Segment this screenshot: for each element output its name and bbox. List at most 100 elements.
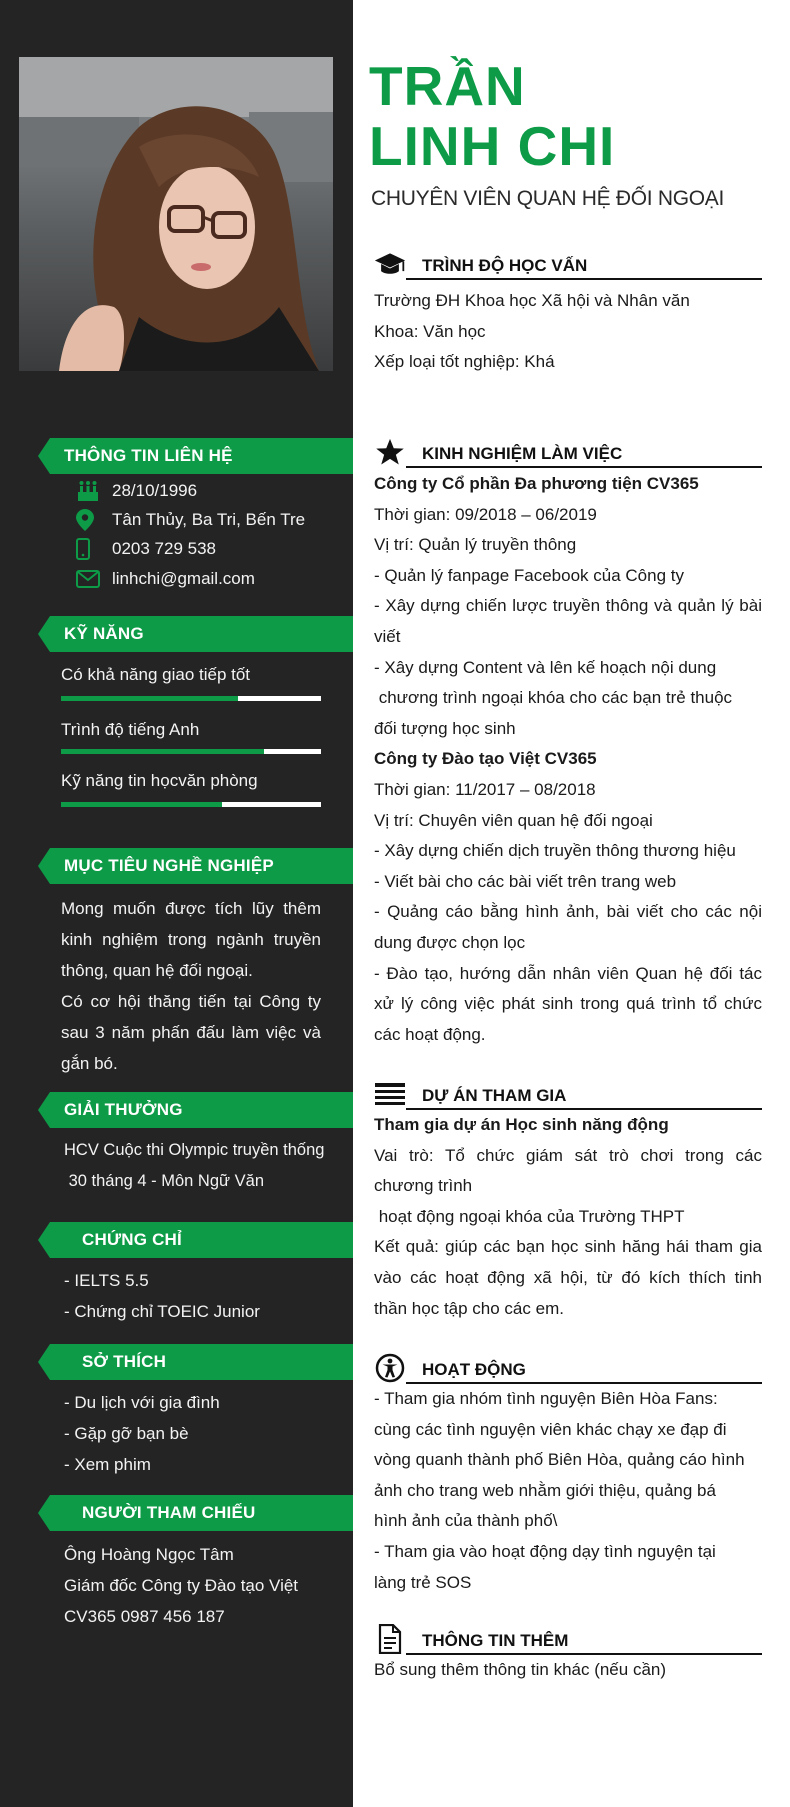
- activities-line: ảnh cho trang web nhằm giới thiệu, quảng…: [374, 1480, 716, 1500]
- name-second-line: LINH CHI: [369, 115, 616, 177]
- experience-line: chương trình ngoại khóa cho các bạn trẻ …: [374, 688, 733, 708]
- experience-line: - Quản lý fanpage Facebook của Công ty: [374, 565, 684, 585]
- skill-bar-fill: [61, 802, 223, 807]
- additional-title: THÔNG TIN THÊM: [422, 1631, 569, 1650]
- certificate-line: - Chứng chỉ TOEIC Junior: [64, 1302, 260, 1321]
- birthday-text: 28/10/1996: [112, 481, 198, 500]
- experience-line: Thời gian: 09/2018 – 06/2019: [374, 504, 597, 524]
- experience-line: - Xây dựng chiến dịch truyền thông thươn…: [374, 841, 736, 861]
- experience-title: KINH NGHIỆM LÀM VIỆC: [422, 444, 623, 463]
- experience-line: xử lý công việc phát sinh trong quá trìn…: [374, 994, 762, 1014]
- skill-bar-fill: [61, 749, 264, 754]
- projects-line: chương trình: [374, 1176, 473, 1196]
- award-line: 30 tháng 4 - Môn Ngữ Văn: [64, 1172, 264, 1190]
- objective-line: gắn bó.: [61, 1054, 118, 1073]
- objective-line: Có cơ hội thăng tiến tại Công ty: [61, 992, 321, 1011]
- objective-line: Mong muốn được tích lũy thêm: [61, 899, 321, 918]
- birthday-cake-icon: [76, 479, 102, 503]
- activities-line: làng trẻ SOS: [374, 1572, 472, 1592]
- experience-line: Công ty Đào tạo Việt CV365: [374, 749, 597, 769]
- accessibility-person-icon: [374, 1352, 406, 1384]
- additional-line: Bổ sung thêm thông tin khác (nếu cần): [374, 1660, 667, 1679]
- profile-photo: [19, 57, 333, 371]
- sidebar: THÔNG TIN LIÊN HỆ 28/10/1996 Tân Thủy, B…: [0, 0, 353, 1807]
- experience-line: - Đào tạo, hướng dẫn nhân viên Quan hệ đ…: [374, 963, 762, 983]
- skill-bar: [61, 749, 321, 754]
- additional-body: Bổ sung thêm thông tin khác (nếu cần): [374, 1655, 762, 1686]
- contact-address: Tân Thủy, Ba Tri, Bến Tre: [76, 508, 346, 532]
- address-text: Tân Thủy, Ba Tri, Bến Tre: [112, 510, 306, 529]
- activities-title: HOẠT ĐỘNG: [422, 1360, 526, 1379]
- activities-header: HOẠT ĐỘNG: [374, 1352, 762, 1384]
- objective-line: kinh nghiệm trong ngành truyền: [61, 930, 321, 949]
- certificates-section-title: CHỨNG CHỈ: [38, 1222, 353, 1258]
- skill-bar: [61, 696, 321, 701]
- references-text: Ông Hoàng Ngọc Tâm Giám đốc Công ty Đào …: [64, 1539, 349, 1632]
- education-body: Trường ĐH Khoa học Xã hội và Nhân văn Kh…: [374, 286, 762, 378]
- contact-email: linhchi@gmail.com: [76, 567, 346, 591]
- name-first-line: TRẦN: [369, 55, 526, 117]
- skill-label: Trình độ tiếng Anh: [61, 720, 200, 739]
- experience-line: - Xây dựng chiến lược truyền thông và qu…: [374, 596, 762, 616]
- experience-line: Vị trí: Quản lý truyền thông: [374, 535, 577, 555]
- skill-label: Có khả năng giao tiếp tốt: [61, 665, 251, 684]
- reference-line: Giám đốc Công ty Đào tạo Việt: [64, 1576, 299, 1595]
- projects-line: Vai trò: Tổ chức giám sát trò chơi trong…: [374, 1145, 762, 1165]
- activities-line: cùng các tình nguyện viên khác chạy xe đ…: [374, 1419, 727, 1439]
- document-icon: [374, 1623, 406, 1655]
- experience-line: viết: [374, 626, 401, 646]
- experience-line: - Viết bài cho các bài viết trên trang w…: [374, 871, 677, 891]
- experience-line: - Xây dựng Content và lên kế hoạch nội d…: [374, 657, 717, 677]
- experience-line: dung được chọn lọc: [374, 932, 526, 952]
- phone-text: 0203 729 538: [112, 539, 216, 558]
- reference-line: Ông Hoàng Ngọc Tâm: [64, 1545, 234, 1564]
- certificate-line: - IELTS 5.5: [64, 1271, 149, 1290]
- contact-phone: 0203 729 538: [76, 537, 346, 561]
- location-pin-icon: [76, 508, 102, 532]
- references-section-title: NGƯỜI THAM CHIẾU: [38, 1495, 353, 1531]
- hobby-line: - Gặp gỡ bạn bè: [64, 1424, 189, 1443]
- objective-line: sau 3 năm phấn đấu làm việc và: [61, 1023, 321, 1042]
- hobbies-text: - Du lịch với gia đình - Gặp gỡ bạn bè -…: [64, 1387, 344, 1480]
- awards-section-title: GIẢI THƯỞNG: [38, 1092, 353, 1128]
- mobile-phone-icon: [76, 537, 102, 561]
- experience-line: các hoạt động.: [374, 1024, 486, 1044]
- projects-line: Kết quả: giúp các bạn học sinh hăng hái …: [374, 1237, 762, 1257]
- projects-line: hoạt động ngoại khóa của Trường THPT: [374, 1206, 685, 1226]
- job-title: CHUYÊN VIÊN QUAN HỆ ĐỐI NGOẠI: [371, 187, 725, 210]
- email-text: linhchi@gmail.com: [112, 569, 255, 588]
- projects-line: Tham gia dự án Học sinh năng động: [374, 1115, 669, 1134]
- education-line: Trường ĐH Khoa học Xã hội và Nhân văn: [374, 291, 690, 310]
- experience-line: Công ty Cổ phần Đa phương tiện CV365: [374, 474, 699, 493]
- activities-body: - Tham gia nhóm tình nguyện Biên Hòa Fan…: [374, 1384, 762, 1598]
- award-line: HCV Cuộc thi Olympic truyền thống: [64, 1141, 325, 1159]
- star-icon: [374, 436, 406, 468]
- experience-line: Thời gian: 11/2017 – 08/2018: [374, 779, 596, 799]
- email-icon: [76, 567, 102, 591]
- experience-divider: [406, 466, 762, 468]
- projects-line: vào các hoạt động xã hội, từ đó kích thí…: [374, 1267, 762, 1287]
- reference-line: CV365 0987 456 187: [64, 1607, 225, 1626]
- objective-line: thông, quan hệ đối ngoại.: [61, 961, 253, 980]
- activities-line: - Tham gia nhóm tình nguyện Biên Hòa Fan…: [374, 1389, 718, 1408]
- skill-bar-fill: [61, 696, 238, 701]
- experience-line: Vị trí: Chuyên viên quan hệ đối ngoại: [374, 810, 653, 830]
- experience-body: Công ty Cổ phần Đa phương tiện CV365 Thời…: [374, 469, 762, 1050]
- hobby-line: - Du lịch với gia đình: [64, 1393, 220, 1412]
- projects-title: DỰ ÁN THAM GIA: [422, 1086, 567, 1105]
- objective-text: Mong muốn được tích lũy thêm kinh nghiệm…: [61, 893, 321, 1079]
- education-divider: [406, 278, 762, 280]
- contact-birthday: 28/10/1996: [76, 479, 346, 503]
- projects-line: thần học tập cho các em.: [374, 1298, 564, 1318]
- experience-line: đối tượng học sinh: [374, 718, 516, 738]
- skill-label: Kỹ năng tin họcvăn phòng: [61, 771, 258, 790]
- projects-body: Tham gia dự án Học sinh năng động Vai trò…: [374, 1110, 762, 1324]
- awards-text: HCV Cuộc thi Olympic truyền thống 30 thá…: [64, 1135, 349, 1197]
- skills-section-title: KỸ NĂNG: [38, 616, 353, 652]
- hobby-line: - Xem phim: [64, 1455, 151, 1474]
- experience-line: - Quảng cáo bằng hình ảnh, bài viết cho …: [374, 902, 762, 922]
- education-header: TRÌNH ĐỘ HỌC VẤN: [374, 248, 762, 280]
- education-line: Khoa: Văn học: [374, 321, 486, 341]
- list-lines-icon: [374, 1078, 406, 1110]
- education-line: Xếp loại tốt nghiệp: Khá: [374, 352, 555, 372]
